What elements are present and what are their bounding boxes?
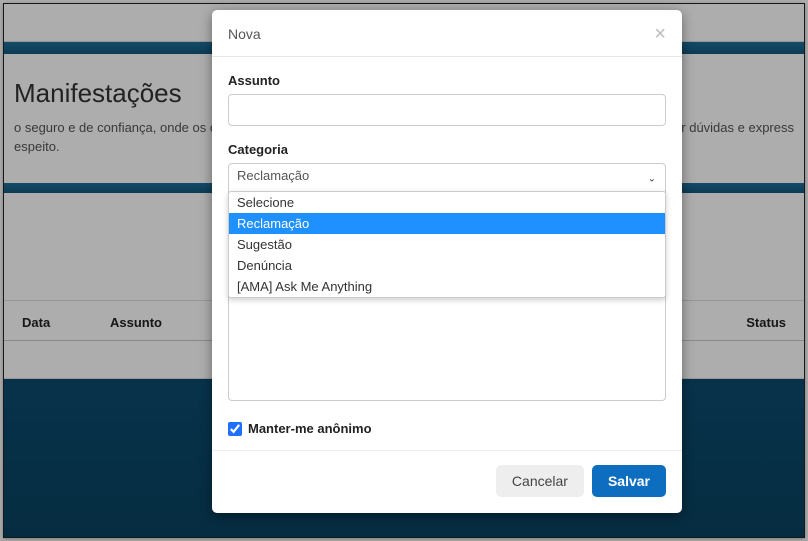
categoria-option[interactable]: Reclamação [229, 213, 665, 234]
cancel-button[interactable]: Cancelar [496, 465, 584, 497]
modal-body: Assunto Categoria Reclamação ⌄ Selecione… [212, 57, 682, 405]
modal-title: Nova [228, 26, 261, 42]
modal-new: Nova × Assunto Categoria Reclamação ⌄ Se… [212, 10, 682, 513]
close-icon[interactable]: × [654, 24, 666, 44]
anonymous-checkbox[interactable] [228, 422, 242, 436]
categoria-option[interactable]: [AMA] Ask Me Anything [229, 276, 665, 297]
assunto-input[interactable] [228, 94, 666, 126]
save-button[interactable]: Salvar [592, 465, 666, 497]
modal-footer: Cancelar Salvar [212, 450, 682, 513]
assunto-label: Assunto [228, 73, 666, 88]
anonymous-label: Manter-me anônimo [248, 421, 372, 436]
categoria-option[interactable]: Denúncia [229, 255, 665, 276]
categoria-dropdown[interactable]: Selecione Reclamação Sugestão Denúncia [… [228, 191, 666, 298]
modal-header: Nova × [212, 10, 682, 57]
categoria-option[interactable]: Selecione [229, 192, 665, 213]
categoria-option[interactable]: Sugestão [229, 234, 665, 255]
categoria-label: Categoria [228, 142, 666, 157]
anonymous-row: Manter-me anônimo [212, 405, 682, 440]
